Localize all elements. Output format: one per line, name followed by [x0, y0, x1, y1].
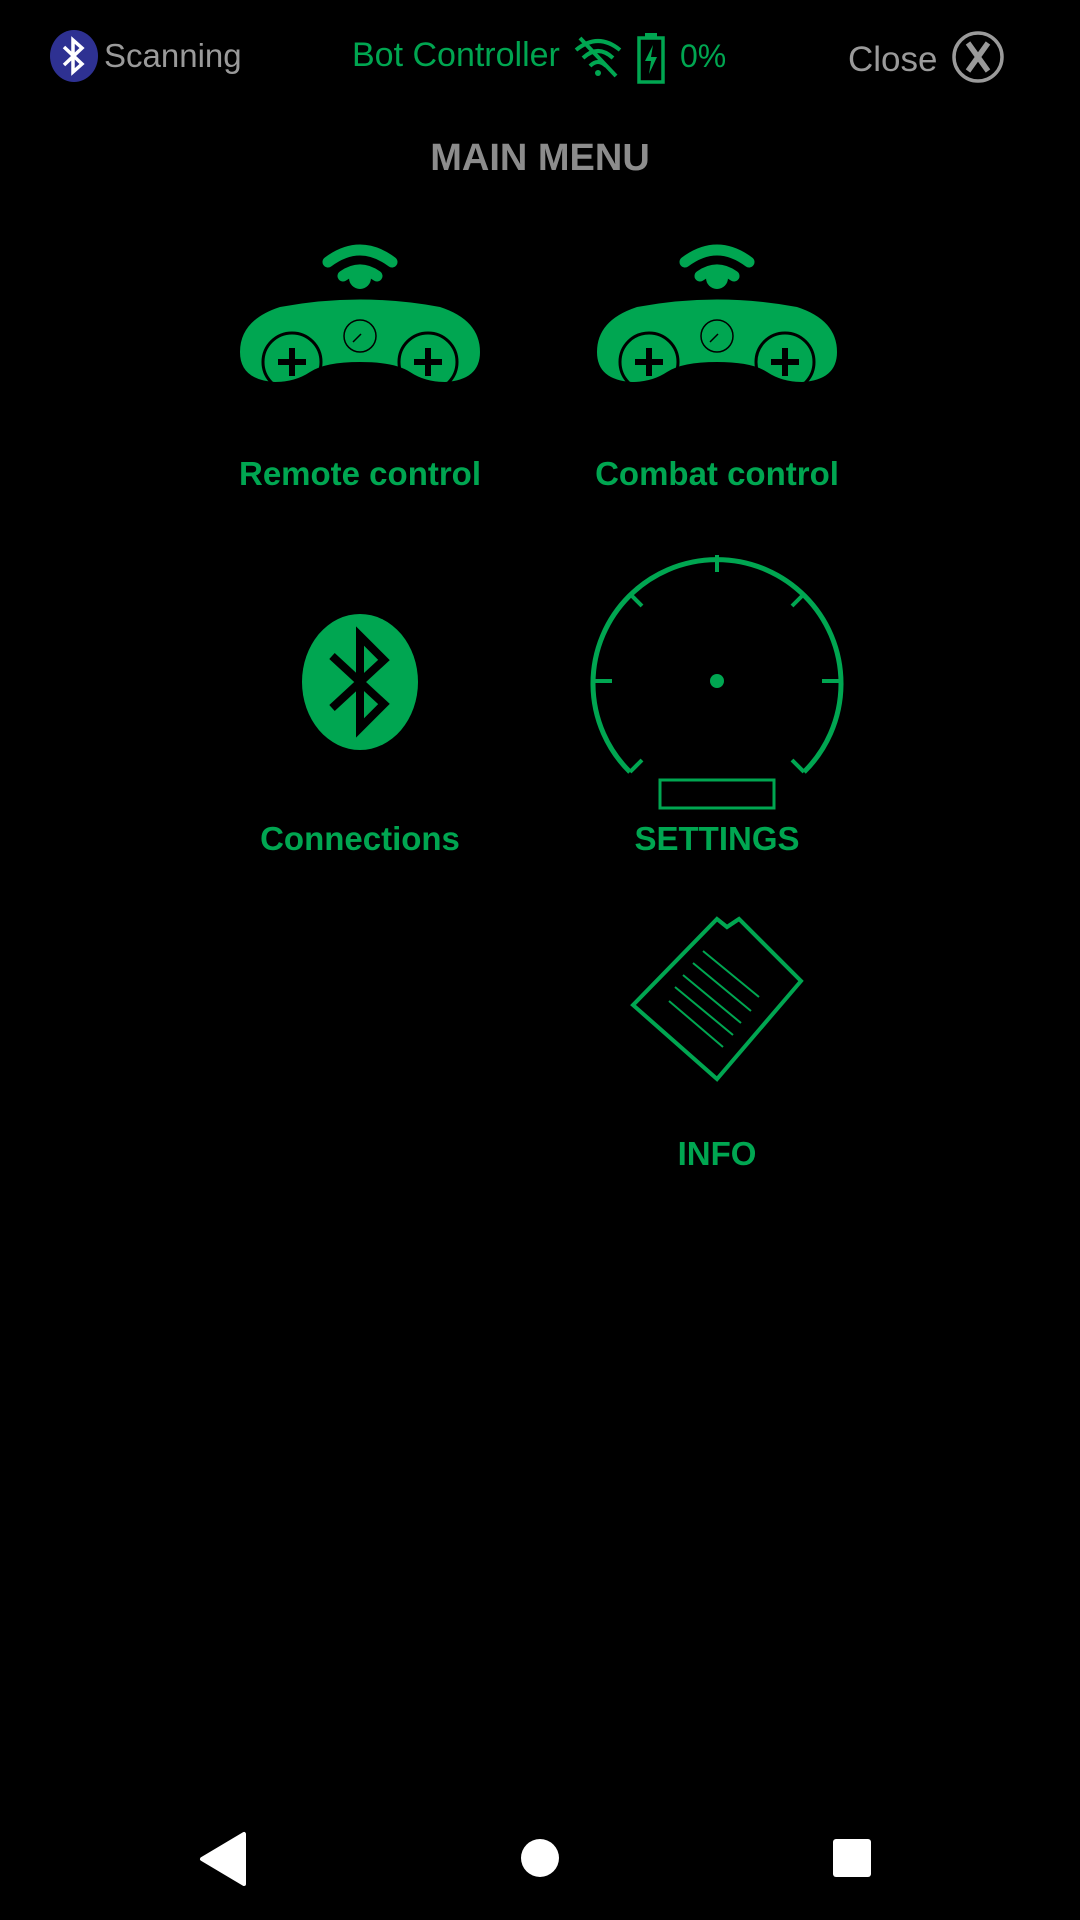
close-label: Close — [848, 39, 938, 79]
connections-label: Connections — [260, 820, 460, 857]
app-title: Bot Controller — [352, 36, 560, 74]
gamepad-wireless-icon — [240, 244, 480, 393]
battery-level: 0% — [680, 38, 727, 74]
system-nav-bar — [0, 1800, 1080, 1920]
combat-control-button[interactable]: Combat control — [587, 210, 847, 510]
info-label: INFO — [677, 1135, 757, 1172]
bluetooth-icon — [50, 30, 98, 82]
recents-square-icon — [833, 1839, 871, 1877]
remote-control-label: Remote control — [238, 455, 482, 492]
close-x-icon — [951, 30, 1005, 89]
settings-label: SETTINGS — [634, 820, 800, 857]
connections-button[interactable]: Connections — [230, 600, 490, 870]
gamepad-wireless-icon — [597, 244, 837, 393]
remote-control-button[interactable]: Remote control — [230, 210, 490, 510]
bluetooth-status-text: Scanning — [104, 37, 242, 74]
recents-button[interactable] — [832, 1838, 872, 1883]
combat-control-label: Combat control — [595, 455, 839, 492]
bluetooth-status[interactable]: Scanning — [50, 30, 242, 82]
back-triangle-icon — [200, 1832, 246, 1886]
document-icon — [630, 916, 804, 1082]
bluetooth-icon — [302, 614, 418, 750]
battery-charging-icon — [636, 32, 666, 89]
home-button[interactable] — [520, 1838, 560, 1883]
home-circle-icon — [521, 1839, 559, 1877]
close-button[interactable]: Close — [848, 30, 1005, 89]
settings-button[interactable]: SETTINGS — [587, 550, 847, 870]
gauge-icon — [590, 555, 844, 810]
info-button[interactable]: INFO — [587, 915, 847, 1175]
page-title: MAIN MENU — [430, 137, 650, 179]
wifi-off-icon — [572, 34, 624, 85]
back-button[interactable] — [196, 1830, 248, 1893]
status-bar: Scanning Bot Controller 0% Close — [0, 0, 1080, 120]
